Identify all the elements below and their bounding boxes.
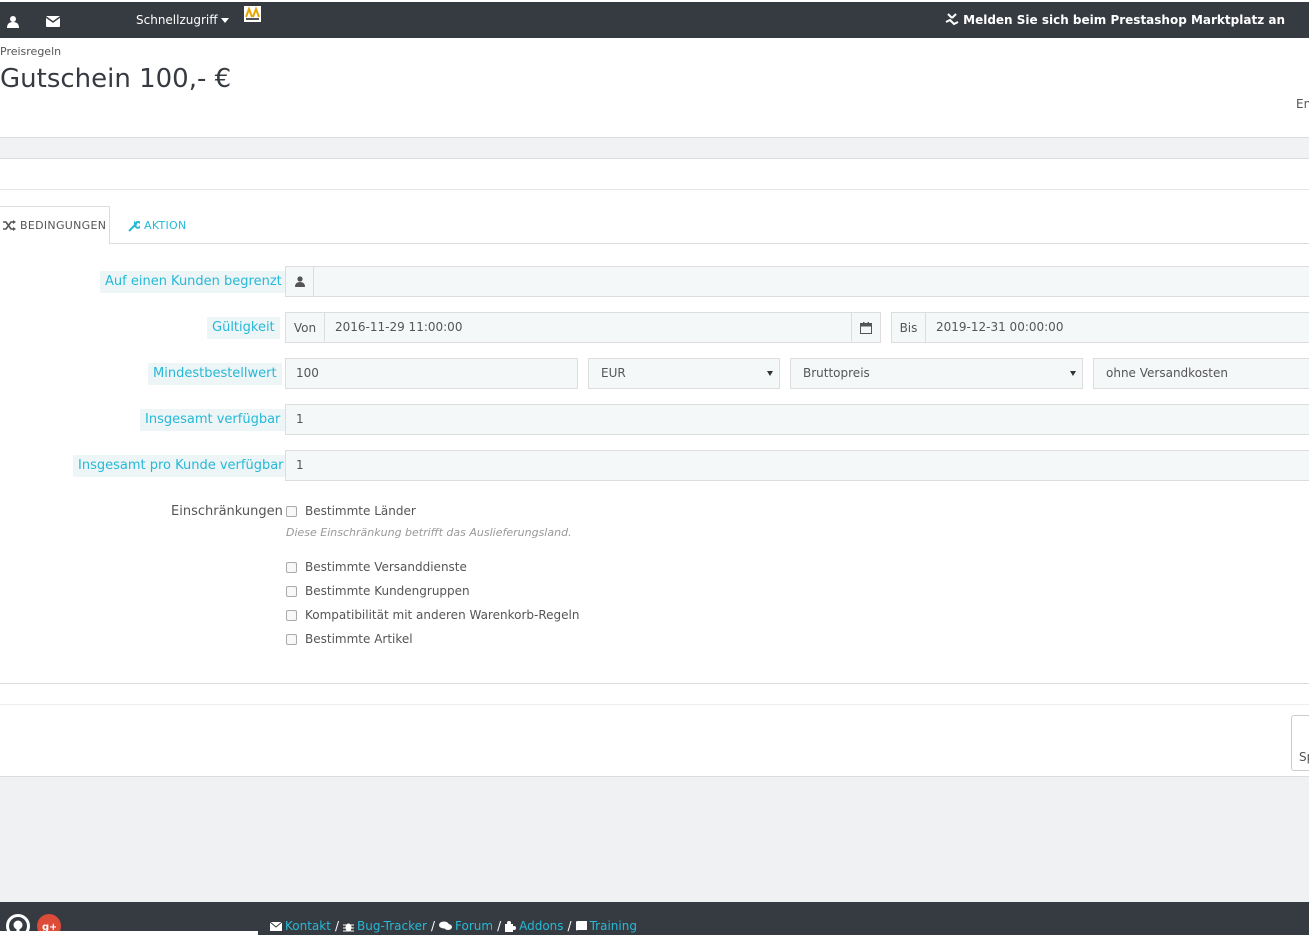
restriction-label: Kompatibilität mit anderen Warenkorb-Reg…: [305, 608, 580, 622]
footer-link-bugtracker[interactable]: Bug-Tracker: [342, 919, 427, 933]
caret-down-icon: [1070, 371, 1076, 376]
puzzle-icon: [945, 13, 959, 26]
caret-down-icon: [220, 18, 229, 23]
restriction-compatibility[interactable]: Kompatibilität mit anderen Warenkorb-Reg…: [286, 607, 579, 623]
from-date-input[interactable]: 2016-11-29 11:00:00: [324, 312, 852, 343]
checkbox[interactable]: [286, 561, 297, 573]
toolbar-strip: [0, 137, 1309, 159]
total-available-label: Insgesamt verfügbar: [140, 409, 286, 431]
wrench-icon: [128, 220, 140, 232]
shuffle-icon: [3, 220, 16, 231]
per-customer-label: Insgesamt pro Kunde verfügbar: [73, 455, 289, 477]
footer: g+ Kontakt / Bug-Tracker / Forum / Addon…: [0, 902, 1309, 935]
marketplace-label: Melden Sie sich beim Prestashop Marktpla…: [963, 13, 1285, 27]
restriction-label: Bestimmte Artikel: [305, 632, 413, 646]
restriction-label: Bestimmte Versanddienste: [305, 560, 467, 574]
country-hint: Diese Einschränkung betrifft das Auslief…: [286, 526, 572, 539]
user-icon[interactable]: [6, 14, 20, 28]
validity-label: Gültigkeit: [207, 317, 280, 339]
quick-access-menu[interactable]: Schnellzugriff: [136, 13, 229, 27]
footer-link-label: Addons: [519, 919, 564, 933]
customer-input[interactable]: [313, 266, 1309, 297]
per-customer-input[interactable]: 1: [285, 450, 1309, 481]
divider: [0, 683, 1309, 684]
tax-value: Bruttopreis: [803, 366, 870, 380]
bug-icon: [342, 923, 354, 931]
book-icon: [575, 920, 587, 931]
min-amount-input[interactable]: 100: [285, 358, 578, 389]
shipping-select[interactable]: ohne Versandkosten: [1093, 358, 1309, 389]
shipping-value: ohne Versandkosten: [1106, 366, 1228, 380]
tab-action[interactable]: AKTION: [128, 206, 187, 245]
restriction-countries[interactable]: Bestimmte Länder: [286, 503, 416, 519]
from-addon: Von: [285, 312, 325, 343]
shop-logo[interactable]: [244, 6, 261, 22]
footer-strip: [0, 931, 258, 935]
to-addon: Bis: [891, 312, 926, 343]
restrictions-label: Einschränkungen: [171, 504, 283, 519]
save-button[interactable]: Sp: [1291, 715, 1309, 771]
footer-link-label: Forum: [455, 919, 494, 933]
checkbox[interactable]: [286, 633, 297, 645]
checkbox[interactable]: [286, 505, 297, 517]
envelope-icon[interactable]: [46, 14, 60, 28]
checkbox[interactable]: [286, 609, 297, 621]
puzzle-icon: [505, 920, 517, 932]
calendar-icon[interactable]: [851, 312, 881, 343]
footer-links: Kontakt / Bug-Tracker / Forum / Addons /…: [270, 919, 637, 933]
top-navbar: Schnellzugriff Melden Sie sich beim Pres…: [0, 0, 1309, 38]
footer-link-label: Kontakt: [285, 919, 331, 933]
tab-conditions[interactable]: BEDINGUNGEN: [0, 206, 110, 245]
marketplace-login-link[interactable]: Melden Sie sich beim Prestashop Marktpla…: [945, 13, 1285, 27]
user-icon: [285, 266, 314, 297]
tab-bar: BEDINGUNGEN AKTION: [0, 206, 1309, 245]
total-available-input[interactable]: 1: [285, 404, 1309, 435]
footer-link-contact[interactable]: Kontakt: [270, 919, 331, 933]
currency-value: EUR: [601, 366, 626, 380]
quick-access-label: Schnellzugriff: [136, 13, 218, 27]
tax-select[interactable]: Bruttopreis: [790, 358, 1083, 389]
restriction-groups[interactable]: Bestimmte Kundengruppen: [286, 583, 470, 599]
caret-down-icon: [767, 371, 773, 376]
tab-action-label: AKTION: [144, 219, 187, 232]
page-title: Gutschein 100,- €: [0, 64, 232, 94]
envelope-icon: [270, 921, 282, 931]
footer-link-label: Bug-Tracker: [356, 919, 427, 933]
footer-link-training[interactable]: Training: [575, 919, 637, 933]
breadcrumb[interactable]: Preisregeln: [0, 45, 61, 58]
footer-link-label: Training: [589, 919, 637, 933]
page-background: [0, 776, 1309, 902]
footer-link-forum[interactable]: Forum: [439, 919, 493, 933]
restriction-label: Bestimmte Länder: [305, 504, 416, 518]
min-amount-label: Mindestbestellwert: [148, 363, 282, 385]
restriction-carriers[interactable]: Bestimmte Versanddienste: [286, 559, 467, 575]
currency-select[interactable]: EUR: [588, 358, 780, 389]
tab-conditions-label: BEDINGUNGEN: [20, 219, 107, 232]
header-right-text[interactable]: En: [1296, 97, 1309, 111]
checkbox[interactable]: [286, 585, 297, 597]
divider: [0, 189, 1309, 190]
divider: [0, 704, 1309, 705]
restriction-products[interactable]: Bestimmte Artikel: [286, 631, 413, 647]
comments-icon: [439, 921, 453, 930]
footer-link-addons[interactable]: Addons: [505, 919, 564, 933]
customer-label: Auf einen Kunden begrenzt: [100, 271, 287, 293]
to-date-input[interactable]: 2019-12-31 00:00:00: [925, 312, 1309, 343]
restriction-label: Bestimmte Kundengruppen: [305, 584, 470, 598]
